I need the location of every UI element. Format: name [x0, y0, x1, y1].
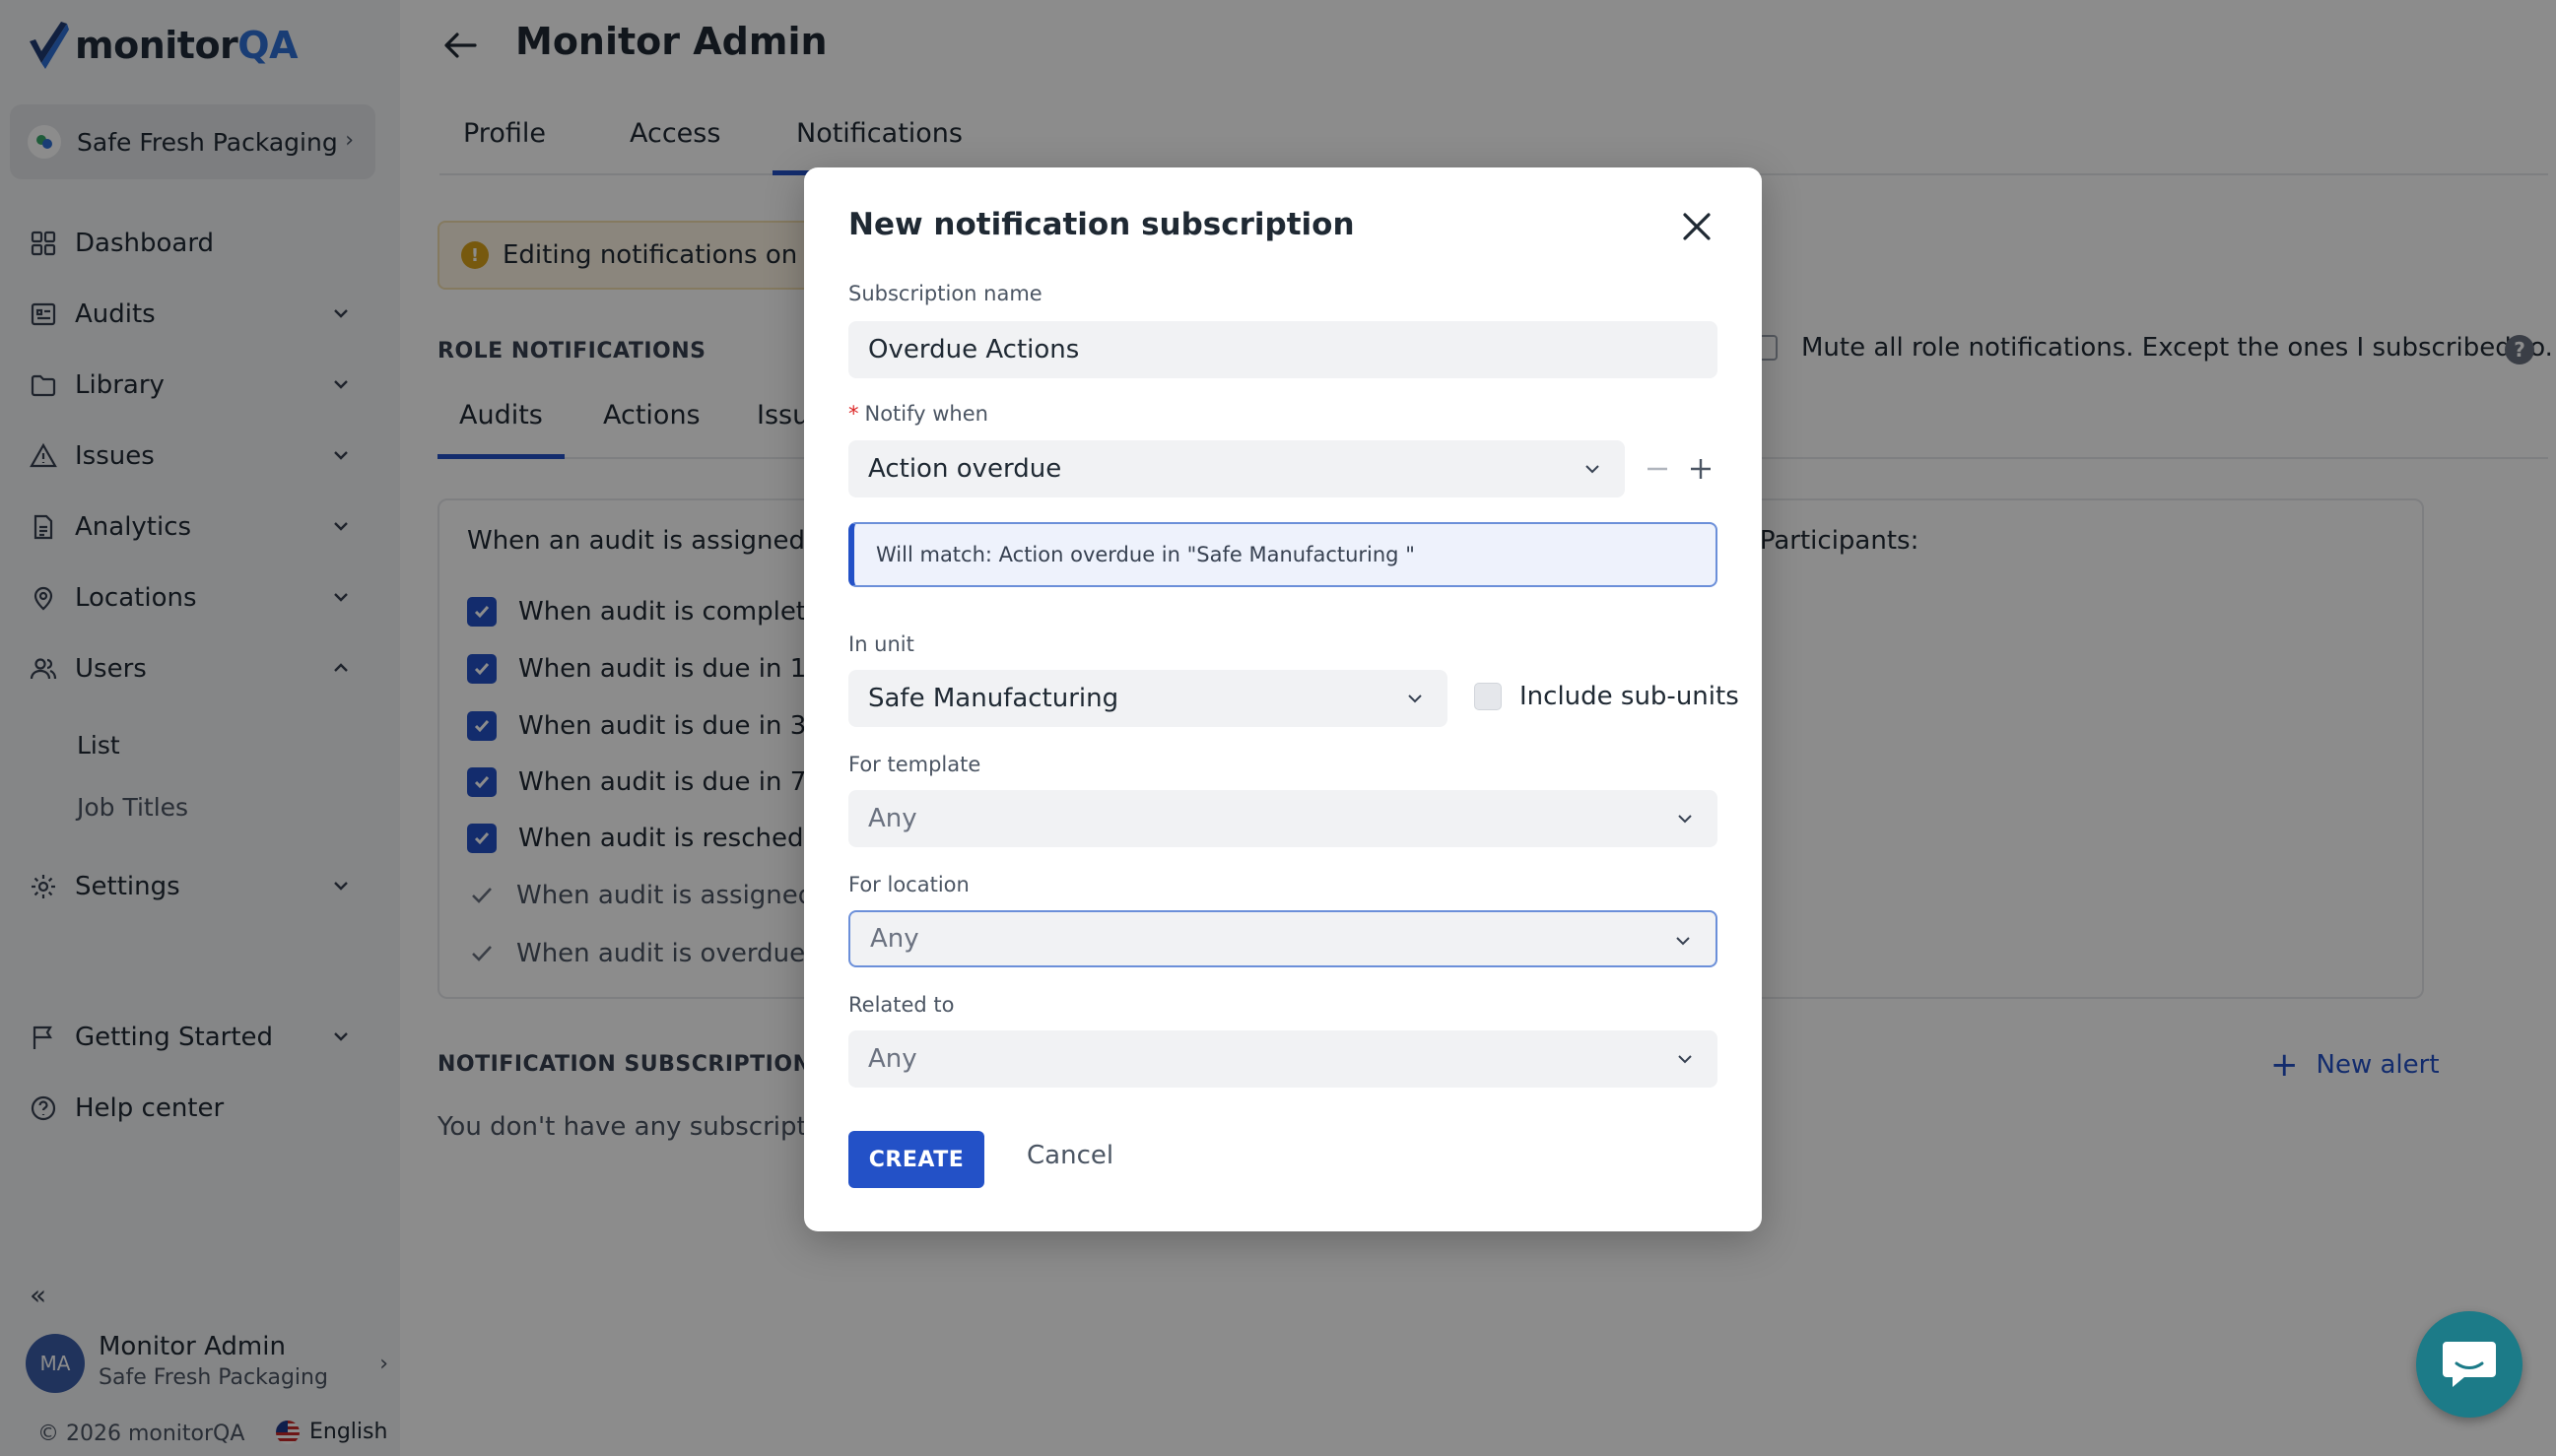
chevron-down-icon	[1408, 695, 1422, 703]
unit-select[interactable]: Safe Manufacturing	[848, 670, 1447, 727]
related-label: Related to	[848, 993, 955, 1017]
remove-condition-icon[interactable]	[1644, 455, 1671, 483]
cancel-button[interactable]: Cancel	[1027, 1141, 1113, 1170]
template-label: For template	[848, 753, 981, 776]
unit-label: In unit	[848, 632, 914, 656]
add-condition-icon[interactable]	[1687, 455, 1715, 483]
template-select[interactable]: Any	[848, 790, 1717, 847]
chevron-down-icon	[1678, 1055, 1692, 1064]
modal-title: New notification subscription	[848, 207, 1355, 242]
chevron-down-icon	[1678, 815, 1692, 824]
related-select[interactable]: Any	[848, 1030, 1717, 1088]
new-subscription-modal: New notification subscription Subscripti…	[804, 167, 1762, 1231]
close-icon[interactable]	[1677, 207, 1716, 246]
include-subunits-toggle[interactable]: Include sub-units	[1474, 682, 1739, 711]
notify-when-select[interactable]: Action overdue	[848, 440, 1625, 497]
subscription-name-label: Subscription name	[848, 282, 1043, 305]
include-subunits-checkbox[interactable]	[1474, 683, 1502, 710]
match-preview: Will match: Action overdue in "Safe Manu…	[848, 522, 1717, 587]
chevron-down-icon	[1585, 465, 1599, 474]
subscription-name-input[interactable]: Overdue Actions	[848, 321, 1717, 378]
notify-when-label: * Notify when	[848, 402, 988, 426]
location-label: For location	[848, 873, 970, 896]
chat-icon	[2443, 1342, 2496, 1387]
chat-button[interactable]	[2416, 1311, 2522, 1418]
create-button[interactable]: CREATE	[848, 1131, 984, 1188]
chevron-down-icon	[1676, 937, 1690, 946]
location-select[interactable]: Any	[848, 910, 1717, 967]
include-subunits-label: Include sub-units	[1519, 682, 1739, 711]
